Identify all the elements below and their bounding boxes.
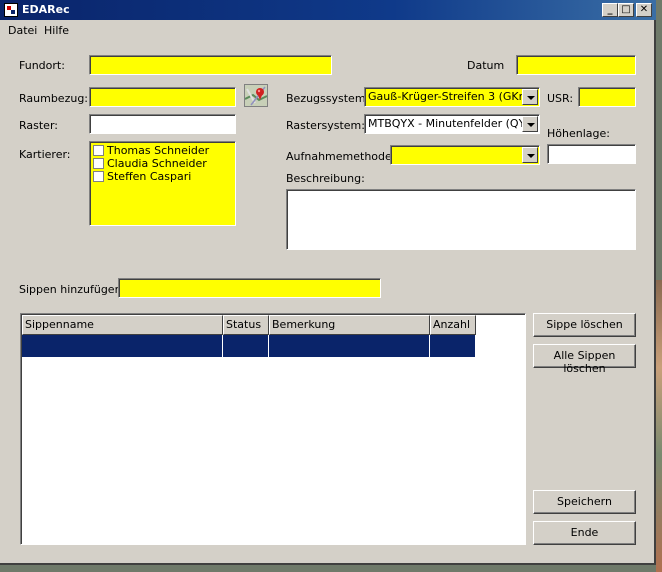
table-cell[interactable] bbox=[430, 335, 476, 357]
kartierer-item[interactable]: Thomas Schneider bbox=[93, 144, 209, 157]
app-icon bbox=[4, 3, 18, 17]
main-window: EDARec _ □ ✕ Datei Hilfe Fundort: Datum … bbox=[0, 0, 656, 565]
column-header-bemerkung[interactable]: Bemerkung bbox=[269, 315, 430, 335]
bezugssystem-select[interactable]: Gauß-Krüger-Streifen 3 (GKr3) bbox=[364, 87, 540, 107]
minimize-button[interactable]: _ bbox=[602, 3, 618, 17]
checkbox[interactable] bbox=[93, 158, 104, 169]
menu-hilfe[interactable]: Hilfe bbox=[44, 24, 69, 37]
table-cell[interactable] bbox=[223, 335, 269, 357]
title-bar: EDARec _ □ ✕ bbox=[0, 0, 656, 20]
column-header-sippenname[interactable]: Sippenname bbox=[22, 315, 223, 335]
menu-datei[interactable]: Datei bbox=[8, 24, 37, 37]
beschreibung-label: Beschreibung: bbox=[286, 172, 365, 185]
column-header-anzahl[interactable]: Anzahl bbox=[430, 315, 476, 335]
usr-input[interactable] bbox=[578, 87, 636, 107]
beschreibung-textarea[interactable] bbox=[286, 189, 636, 250]
close-button[interactable]: ✕ bbox=[636, 3, 652, 17]
map-pin-icon[interactable] bbox=[244, 84, 268, 107]
raumbezug-input[interactable] bbox=[89, 87, 236, 107]
window-title: EDARec bbox=[22, 3, 70, 16]
kartierer-list[interactable]: Thomas Schneider Claudia Schneider Steff… bbox=[89, 141, 236, 226]
aufnahmemethode-select[interactable] bbox=[390, 145, 540, 165]
menu-bar: Datei Hilfe bbox=[0, 21, 656, 39]
datum-input[interactable] bbox=[516, 55, 636, 75]
hoehenlage-input[interactable] bbox=[547, 144, 636, 164]
kartierer-item[interactable]: Claudia Schneider bbox=[93, 157, 207, 170]
kartierer-item[interactable]: Steffen Caspari bbox=[93, 170, 191, 183]
fundort-input[interactable] bbox=[89, 55, 332, 75]
raster-input[interactable] bbox=[89, 114, 236, 134]
table-row[interactable] bbox=[22, 335, 476, 357]
checkbox[interactable] bbox=[93, 145, 104, 156]
ende-button[interactable]: Ende bbox=[533, 521, 636, 545]
column-header-status[interactable]: Status bbox=[223, 315, 269, 335]
background-strip bbox=[656, 280, 662, 572]
sippen-table[interactable]: Sippenname Status Bemerkung Anzahl bbox=[20, 313, 526, 545]
table-cell[interactable] bbox=[22, 335, 223, 357]
checkbox[interactable] bbox=[93, 171, 104, 182]
speichern-button[interactable]: Speichern bbox=[533, 490, 636, 514]
chevron-down-icon[interactable] bbox=[522, 116, 538, 132]
usr-label: USR: bbox=[547, 92, 574, 105]
datum-label: Datum bbox=[467, 59, 505, 72]
sippen-hinzufuegen-label: Sippen hinzufügen: bbox=[19, 283, 126, 296]
kartierer-label: Kartierer: bbox=[19, 148, 71, 161]
rastersystem-select[interactable]: MTBQYX - Minutenfelder (QYX) bbox=[364, 114, 540, 134]
rastersystem-label: Rastersystem: bbox=[286, 119, 365, 132]
chevron-down-icon[interactable] bbox=[522, 147, 538, 163]
raster-label: Raster: bbox=[19, 119, 58, 132]
chevron-down-icon[interactable] bbox=[522, 89, 538, 105]
table-cell[interactable] bbox=[269, 335, 430, 357]
fundort-label: Fundort: bbox=[19, 59, 65, 72]
raumbezug-label: Raumbezug: bbox=[19, 92, 89, 105]
aufnahmemethode-label: Aufnahmemethode: bbox=[286, 150, 396, 163]
alle-sippen-loeschen-button[interactable]: Alle Sippen löschen bbox=[533, 344, 636, 375]
hoehenlage-label: Höhenlage: bbox=[547, 127, 610, 140]
sippen-hinzufuegen-input[interactable] bbox=[118, 278, 381, 298]
maximize-button[interactable]: □ bbox=[618, 3, 634, 17]
bezugssystem-label: Bezugssystem: bbox=[286, 92, 370, 105]
sippe-loeschen-button[interactable]: Sippe löschen bbox=[533, 313, 636, 337]
